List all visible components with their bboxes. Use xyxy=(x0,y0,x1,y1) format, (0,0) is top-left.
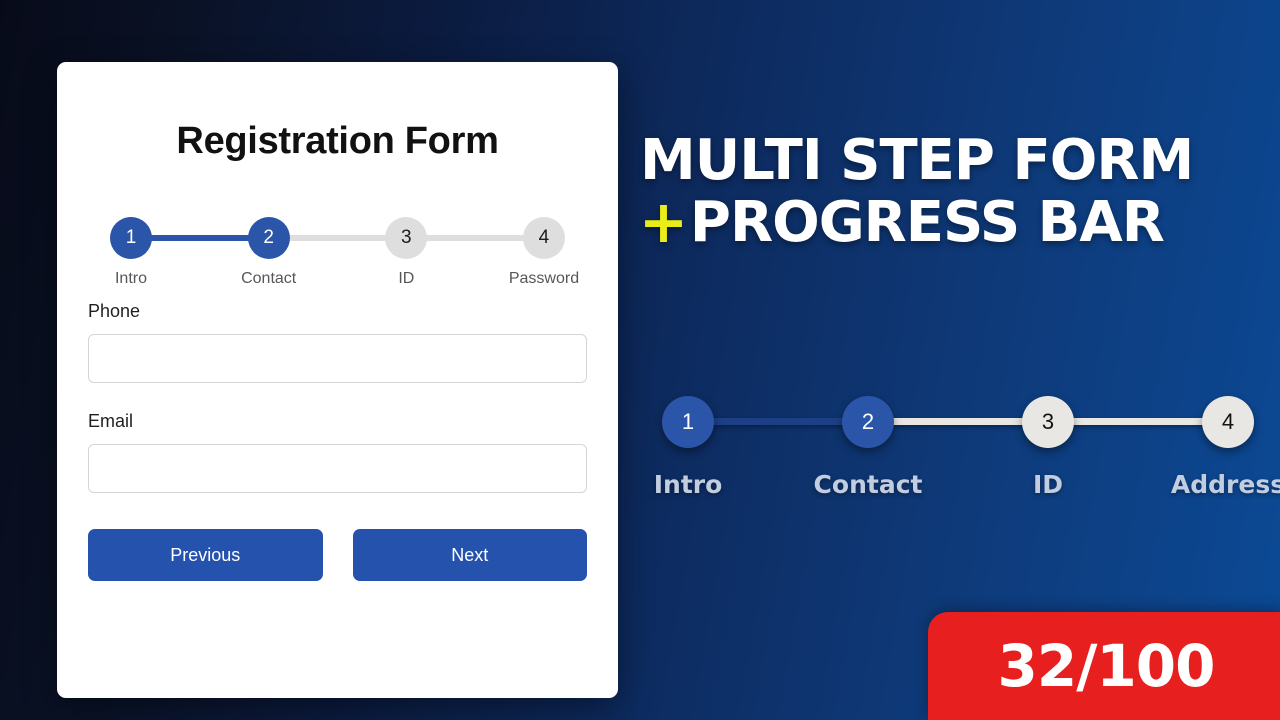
promo-heading-line-2: +PROGRESS BAR xyxy=(638,188,1276,258)
email-label: Email xyxy=(88,411,134,431)
promo-heading: MULTI STEP FORM +PROGRESS BAR xyxy=(638,128,1276,258)
score-badge-text: 32/100 xyxy=(997,632,1216,700)
phone-label: Phone xyxy=(88,301,141,321)
promo-step-2: 2 Contact xyxy=(814,396,922,499)
promo-circle-2: 2 xyxy=(842,396,894,448)
stepper-label-3: ID xyxy=(398,270,415,287)
promo-label-3: ID xyxy=(1032,470,1064,499)
email-field-group: Email xyxy=(88,411,587,493)
promo-circle-1: 1 xyxy=(662,396,714,448)
stepper-circle-2: 2 xyxy=(247,217,290,259)
promo-step-1: 1 Intro xyxy=(652,396,724,499)
stepper-step-3[interactable]: 3 ID xyxy=(385,217,428,288)
form-stepper: 1 Intro 2 Contact 3 ID 4 Password xyxy=(110,217,579,287)
promo-circle-4: 4 xyxy=(1202,396,1254,448)
previous-button[interactable]: Previous xyxy=(88,529,323,581)
promo-step-4: 4 Address xyxy=(1171,396,1280,499)
promo-stepper: 1 Intro 2 Contact 3 ID 4 Address xyxy=(652,396,1280,516)
stepper-step-4[interactable]: 4 Password xyxy=(509,217,579,288)
stepper-circle-4: 4 xyxy=(522,217,565,259)
email-input[interactable] xyxy=(88,444,587,493)
phone-input[interactable] xyxy=(88,334,587,383)
phone-field-group: Phone xyxy=(88,301,587,383)
form-fields: Phone Email xyxy=(88,301,587,493)
stepper-step-2[interactable]: 2 Contact xyxy=(241,217,296,288)
promo-step-3: 3 ID xyxy=(1012,396,1084,499)
promo-heading-line-1: MULTI STEP FORM xyxy=(640,128,1194,193)
score-badge: 32/100 xyxy=(928,612,1280,720)
promo-label-1: Intro xyxy=(653,470,723,499)
plus-icon: + xyxy=(638,188,688,258)
stepper-circle-1: 1 xyxy=(110,217,152,259)
promo-circle-3: 3 xyxy=(1022,396,1074,448)
stepper-step-1[interactable]: 1 Intro xyxy=(110,217,152,288)
page-title: Registration Form xyxy=(176,120,499,162)
form-actions: Previous Next xyxy=(88,529,587,581)
promo-label-2: Contact xyxy=(813,470,923,499)
promo-label-4: Address xyxy=(1170,470,1280,499)
registration-card: Registration Form 1 Intro 2 Contact 3 ID… xyxy=(57,62,618,698)
stepper-circle-3: 3 xyxy=(385,217,428,259)
promo-heading-line-2-text: PROGRESS BAR xyxy=(689,190,1165,256)
next-button[interactable]: Next xyxy=(352,529,587,581)
stepper-label-1: Intro xyxy=(114,270,147,287)
stepper-label-2: Contact xyxy=(241,270,297,287)
stepper-label-4: Password xyxy=(508,270,580,287)
